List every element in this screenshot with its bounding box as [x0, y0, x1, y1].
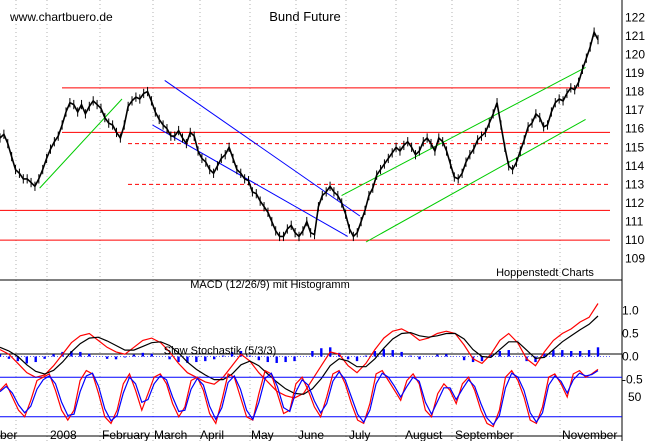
stoch-tick-label: 50	[628, 390, 642, 404]
stoch-k-line	[0, 368, 599, 428]
macd-tick-label: 1.0	[622, 303, 639, 317]
macd-title: MACD (12/26/9) mit Histogramm	[190, 279, 350, 291]
y-tick-label: 121	[625, 29, 645, 43]
macd-tick-label: 0.5	[622, 326, 639, 340]
x-tick-label: July	[349, 428, 370, 441]
y-tick-label: 112	[625, 196, 644, 210]
chart-svg: 109 110 111 112 113 114 115 116 117 118 119 120 121 1…	[0, 0, 645, 441]
vertical-gridlines	[15, 0, 561, 441]
source-label: Hoppenstedt Charts	[496, 267, 594, 279]
x-tick-label: September	[455, 428, 514, 441]
y-tick-label: 118	[625, 85, 644, 99]
y-tick-label: 122	[625, 10, 645, 24]
watermark: www.chartbuero.de	[8, 10, 115, 24]
x-tick-label: March	[154, 428, 187, 441]
y-tick-label: 115	[625, 140, 644, 154]
y-tick-label: 114	[625, 159, 644, 173]
y-tick-label: 120	[625, 47, 645, 61]
y-tick-label: 116	[625, 122, 644, 136]
trend-line-green-3	[341, 66, 586, 197]
x-tick-label: February	[102, 428, 150, 441]
support-resistance-lines	[0, 87, 610, 241]
x-axis-labels: ber 2008 February March April May June July Augu…	[0, 428, 617, 441]
x-tick-label: May	[251, 428, 274, 441]
y-axis-labels: 109 110 111 112 113 114 115 116 117 118 119 120 121 1…	[622, 10, 645, 404]
chart-title: Bund Future	[269, 9, 341, 24]
y-tick-label: 113	[625, 177, 644, 191]
stochastic-panel	[0, 368, 622, 428]
y-tick-label: 109	[625, 252, 645, 266]
x-tick-label: ber	[0, 428, 17, 441]
x-tick-label: April	[200, 428, 224, 441]
x-tick-label: August	[405, 428, 443, 441]
stochastic-title: Slow Stochastik (5/3/3)	[164, 345, 277, 357]
trend-channel-lines	[39, 66, 586, 243]
macd-tick-label: -0.5	[622, 373, 643, 387]
macd-tick-label: 0.0	[622, 350, 639, 364]
y-tick-label: 119	[625, 66, 644, 80]
x-tick-label: November	[562, 428, 617, 441]
trend-line-green-2	[39, 98, 123, 189]
x-tick-label: June	[298, 428, 324, 441]
x-tick-label: 2008	[50, 428, 77, 441]
trend-line-blue-1	[152, 124, 348, 237]
y-tick-label: 111	[625, 215, 644, 229]
y-tick-label: 110	[625, 233, 644, 247]
y-tick-label: 117	[625, 103, 644, 117]
trend-line-green-4	[365, 118, 586, 243]
